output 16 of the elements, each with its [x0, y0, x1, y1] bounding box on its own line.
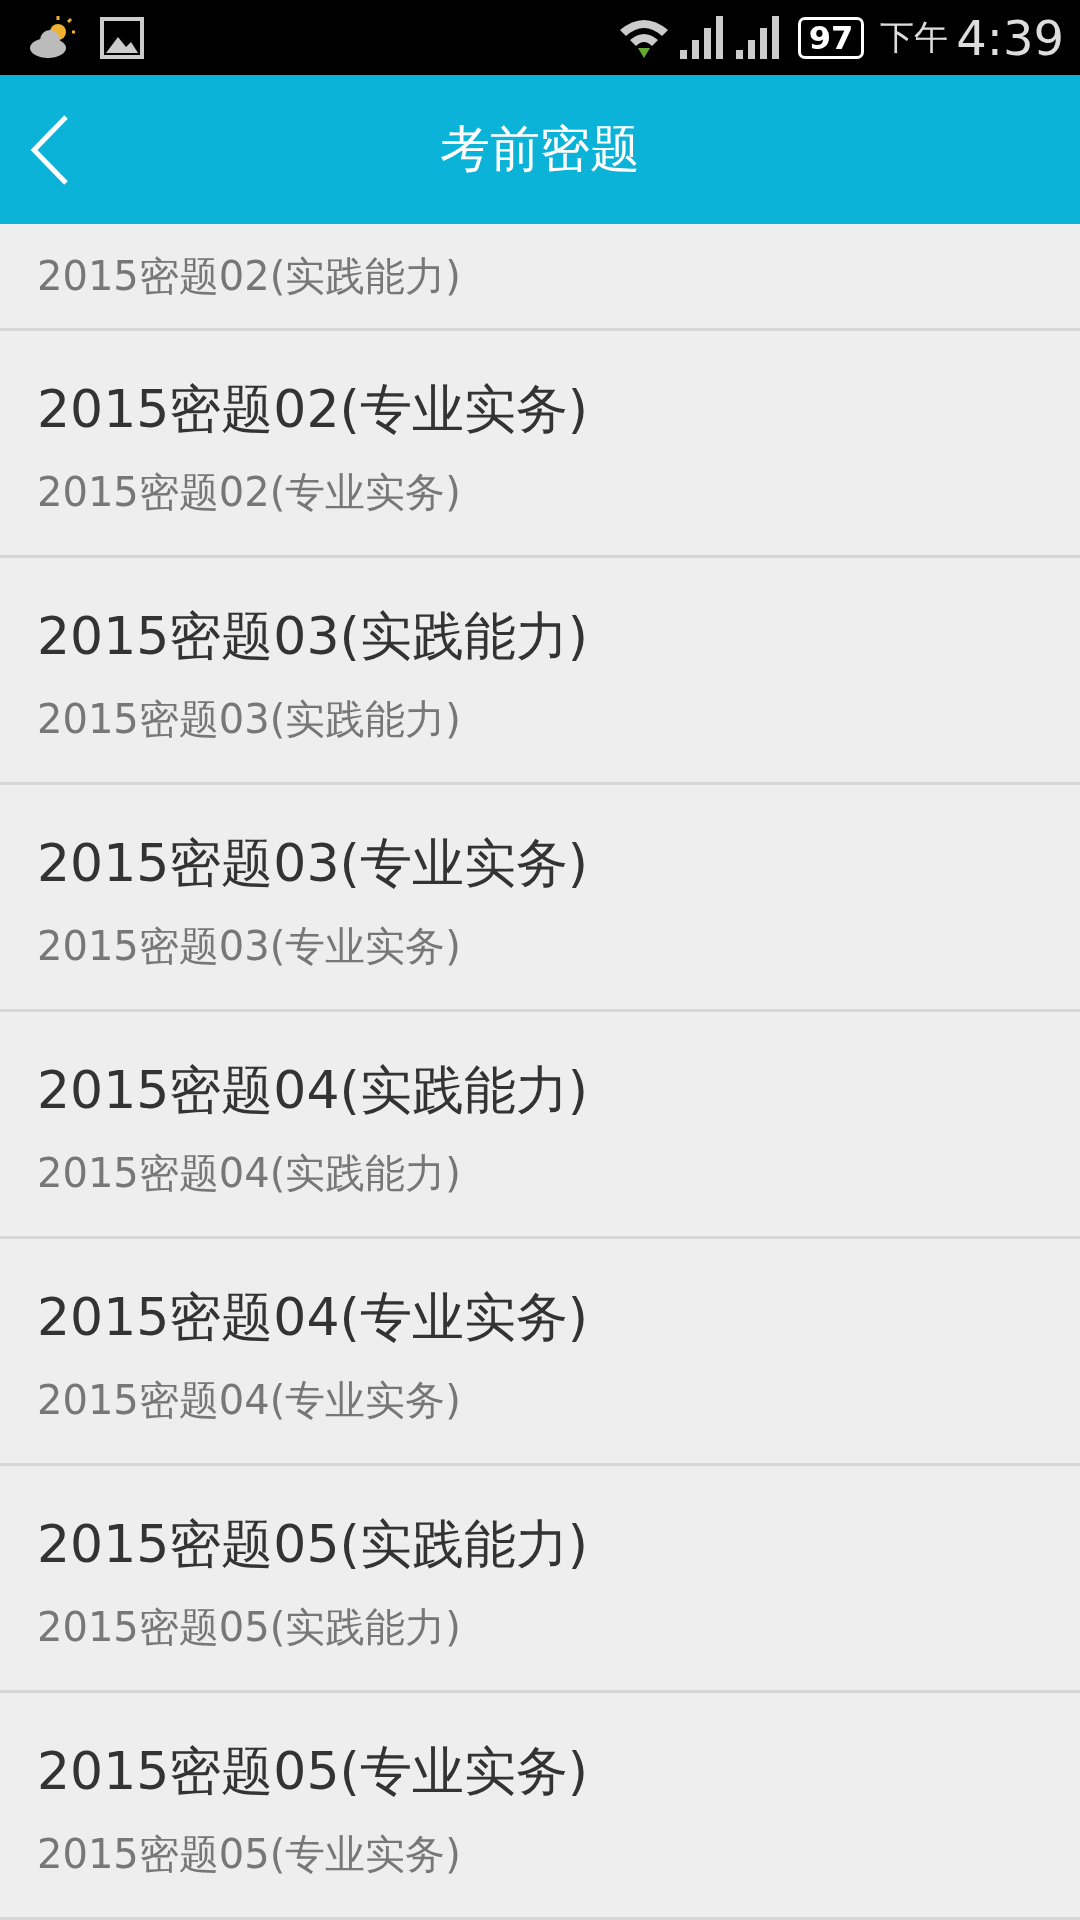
time-period: 下午 [880, 16, 949, 59]
page-title: 考前密题 [440, 119, 640, 180]
battery-level: 97 [797, 16, 865, 59]
list-item[interactable]: 2015密题05(专业实务) 2015密题05(专业实务) [0, 1693, 1080, 1920]
clock-time: 4:39 [956, 8, 1064, 68]
signal-icon [733, 15, 782, 60]
list-item[interactable]: 2015密题03(专业实务) 2015密题03(专业实务) [0, 785, 1080, 1012]
list-item[interactable]: 2015密题04(实践能力) 2015密题04(实践能力) [0, 1012, 1080, 1239]
list-item[interactable]: 2015密题04(专业实务) 2015密题04(专业实务) [0, 1239, 1080, 1466]
list-item[interactable]: 2015密题05(实践能力) 2015密题05(实践能力) [0, 1466, 1080, 1693]
list-item[interactable]: 2015密题02(实践能力) [0, 224, 1080, 331]
weather-icon [28, 15, 76, 60]
list-item[interactable]: 2015密题02(专业实务) 2015密题02(专业实务) [0, 331, 1080, 558]
signal-icon [677, 15, 726, 60]
image-icon [100, 16, 144, 59]
list-item[interactable]: 2015密题03(实践能力) 2015密题03(实践能力) [0, 558, 1080, 785]
